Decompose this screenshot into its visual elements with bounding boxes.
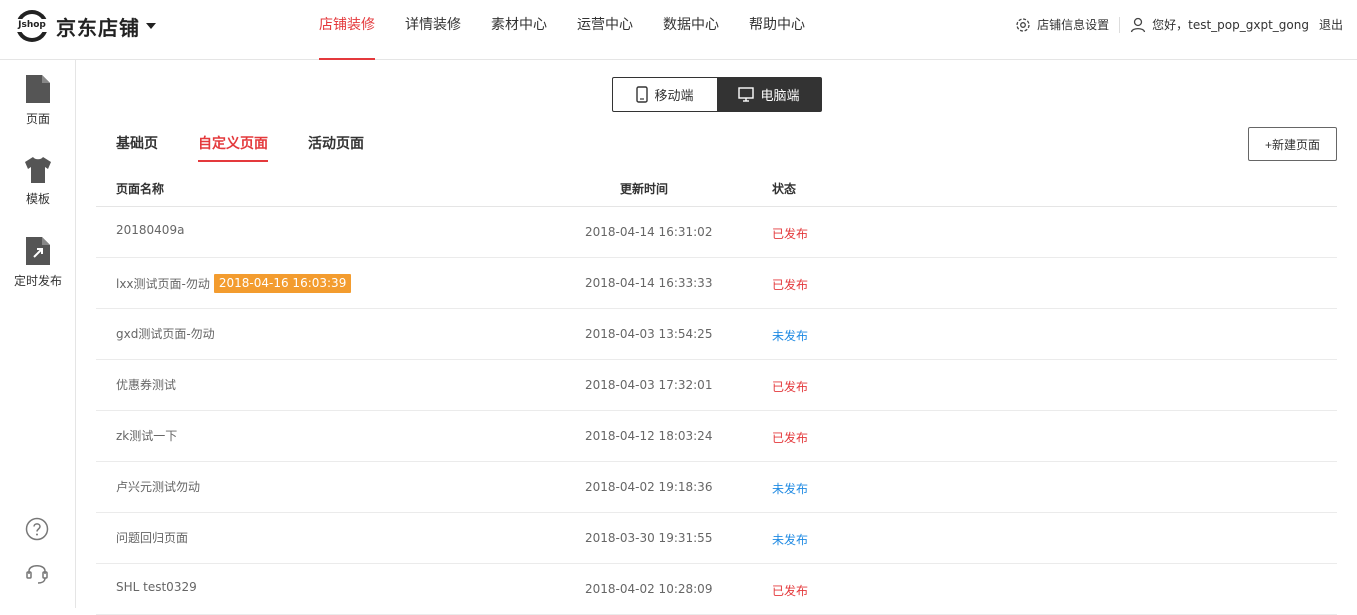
scheduled-time-badge: 2018-04-16 16:03:39: [213, 274, 352, 293]
status-label: 未发布: [772, 482, 809, 496]
status-label: 未发布: [772, 533, 809, 547]
left-sidebar: 页面 模板 定时发布: [0, 60, 76, 608]
sidebar-item-label: 定时发布: [13, 274, 62, 288]
updated-time: 2018-04-14 16:33:33: [585, 276, 713, 290]
sidebar-item-label: 模板: [25, 192, 50, 206]
user-greeting: 您好，test_pop_gxpt_gong: [1152, 18, 1309, 32]
sidebar-item-templates[interactable]: 模板: [0, 156, 76, 207]
table-row[interactable]: lxx测试页面-勿动 2018-04-16 16:03:39 2018-04-14 …: [96, 258, 1337, 309]
page-name-cell: SHL test0329: [116, 580, 197, 594]
user-info[interactable]: 您好，test_pop_gxpt_gong: [1130, 16, 1309, 33]
pc-view-label: 电脑端: [760, 89, 800, 104]
device-switcher: 移动端 电脑端: [612, 77, 822, 112]
table-row[interactable]: 20180409a 2018-04-14 16:31:02 已发布: [96, 207, 1337, 258]
sidebar-item-pages[interactable]: 页面: [0, 74, 76, 127]
column-header-name: 页面名称: [116, 182, 165, 196]
nav-detail-decoration[interactable]: 详情装修: [390, 0, 476, 60]
updated-time: 2018-04-03 13:54:25: [585, 327, 713, 341]
monitor-icon: [738, 87, 755, 102]
updated-time: 2018-04-14 16:31:02: [585, 225, 713, 239]
status-label: 已发布: [772, 227, 809, 241]
column-header-updated: 更新时间: [620, 182, 669, 196]
page-name[interactable]: 问题回归页面: [116, 529, 188, 546]
page-name[interactable]: gxd测试页面-勿动: [116, 325, 215, 342]
logo-title: 京东店铺: [56, 15, 140, 40]
sidebar-item-label: 页面: [25, 112, 50, 126]
page-name-cell: 卢兴元测试勿动: [116, 478, 200, 495]
page-name-cell: 问题回归页面: [116, 529, 188, 546]
nav-shop-decoration[interactable]: 店铺装修: [304, 0, 390, 60]
gear-icon: [1016, 17, 1030, 32]
header-user-area: 店铺信息设置 您好，test_pop_gxpt_gong 退出: [1015, 16, 1343, 33]
status-label: 已发布: [772, 431, 809, 445]
status-label: 已发布: [772, 584, 809, 598]
new-page-button[interactable]: +新建页面: [1248, 127, 1337, 161]
shop-settings-link[interactable]: 店铺信息设置: [1015, 16, 1109, 33]
updated-time: 2018-04-02 19:18:36: [585, 480, 713, 494]
table-row[interactable]: 卢兴元测试勿动 2018-04-02 19:18:36 未发布: [96, 462, 1337, 513]
main-nav: 店铺装修 详情装修 素材中心 运营中心 数据中心 帮助中心: [304, 0, 820, 60]
column-header-status: 状态: [772, 182, 797, 196]
table-row[interactable]: 优惠券测试 2018-04-03 17:32:01 已发布: [96, 360, 1337, 411]
help-icon[interactable]: [24, 516, 50, 542]
mobile-icon: [636, 86, 649, 103]
table-row[interactable]: zk测试一下 2018-04-12 18:03:24 已发布: [96, 411, 1337, 462]
nav-help-center[interactable]: 帮助中心: [734, 0, 820, 60]
table-row[interactable]: gxd测试页面-勿动 2018-04-03 13:54:25 未发布: [96, 309, 1337, 360]
status-label: 已发布: [772, 278, 809, 292]
header-divider: [1119, 16, 1121, 33]
page-name-cell: zk测试一下: [116, 427, 177, 444]
updated-time: 2018-04-03 17:32:01: [585, 378, 713, 392]
updated-time: 2018-04-12 18:03:24: [585, 429, 713, 443]
page-name[interactable]: zk测试一下: [116, 427, 177, 444]
chevron-down-icon[interactable]: [146, 23, 156, 29]
tab-basic-pages[interactable]: 基础页: [116, 130, 158, 162]
shop-logo[interactable]: Jshop 京东店铺: [15, 10, 156, 42]
status-label: 已发布: [772, 380, 809, 394]
scheduled-publish-icon: [26, 237, 50, 265]
mobile-view-button[interactable]: 移动端: [613, 78, 717, 111]
top-header: Jshop 京东店铺 店铺装修 详情装修 素材中心 运营中心 数据中心 帮助中心…: [0, 0, 1357, 60]
table-row[interactable]: 问题回归页面 2018-03-30 19:31:55 未发布: [96, 513, 1337, 564]
page-name[interactable]: lxx测试页面-勿动: [116, 275, 210, 292]
page-name[interactable]: SHL test0329: [116, 580, 197, 594]
table-header: 页面名称 更新时间 状态: [96, 170, 1337, 207]
sidebar-item-scheduled-publish[interactable]: 定时发布: [0, 236, 76, 289]
shirt-icon: [25, 157, 51, 183]
tab-activity-pages[interactable]: 活动页面: [308, 130, 364, 162]
updated-time: 2018-04-02 10:28:09: [585, 582, 713, 596]
page-type-tabs: 基础页 自定义页面 活动页面: [116, 130, 404, 162]
logout-link[interactable]: 退出: [1319, 16, 1343, 33]
page-name-cell: gxd测试页面-勿动: [116, 325, 215, 342]
page-name-cell: 优惠券测试: [116, 376, 176, 393]
page-name[interactable]: 卢兴元测试勿动: [116, 478, 200, 495]
jshop-logo-icon: Jshop: [15, 10, 49, 42]
page-icon: [26, 75, 50, 103]
page-name-cell: 20180409a: [116, 223, 184, 237]
pages-table: 页面名称 更新时间 状态 20180409a 2018-04-14 16:31:0…: [96, 170, 1337, 615]
updated-time: 2018-03-30 19:31:55: [585, 531, 713, 545]
page-name-cell: lxx测试页面-勿动 2018-04-16 16:03:39: [116, 274, 352, 293]
mobile-view-label: 移动端: [654, 89, 694, 104]
user-icon: [1130, 17, 1146, 32]
pc-view-button[interactable]: 电脑端: [717, 78, 821, 111]
nav-operation-center[interactable]: 运营中心: [562, 0, 648, 60]
table-row[interactable]: SHL test0329 2018-04-02 10:28:09 已发布: [96, 564, 1337, 615]
shop-settings-label: 店铺信息设置: [1037, 18, 1110, 32]
page-name[interactable]: 优惠券测试: [116, 376, 176, 393]
table-body: 20180409a 2018-04-14 16:31:02 已发布 lxx测试页面-勿…: [96, 207, 1337, 615]
tab-custom-pages[interactable]: 自定义页面: [198, 130, 268, 162]
page-name[interactable]: 20180409a: [116, 223, 184, 237]
customer-service-icon[interactable]: [24, 560, 50, 586]
nav-data-center[interactable]: 数据中心: [648, 0, 734, 60]
status-label: 未发布: [772, 329, 809, 343]
nav-material-center[interactable]: 素材中心: [476, 0, 562, 60]
